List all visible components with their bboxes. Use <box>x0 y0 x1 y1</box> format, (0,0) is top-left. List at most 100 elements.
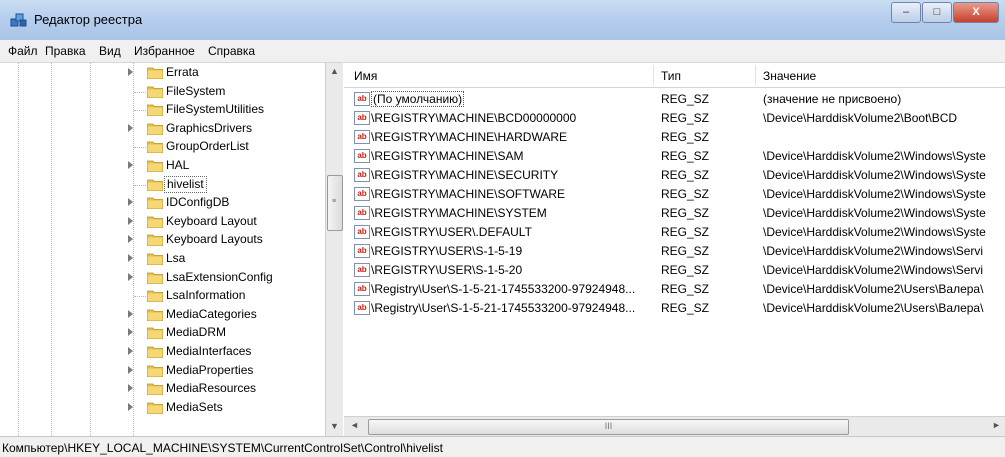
tree-item-label: hivelist <box>164 175 207 193</box>
list-scroll-thumb[interactable]: III <box>368 419 849 435</box>
tree-item[interactable]: LsaInformation <box>0 287 310 305</box>
scroll-right-arrow-icon[interactable]: ► <box>992 420 1001 430</box>
menu-edit[interactable]: Правка <box>45 44 86 58</box>
folder-icon <box>147 327 163 340</box>
menu-favorites[interactable]: Избранное <box>134 44 195 58</box>
tree-item[interactable]: Errata <box>0 64 310 82</box>
registry-value-row[interactable]: ab \REGISTRY\MACHINE\HARDWARE REG_SZ <box>344 128 1005 147</box>
tree-scroll-thumb[interactable]: ≡ <box>327 175 343 231</box>
expand-arrow-icon[interactable] <box>128 68 133 76</box>
tree-item-label: HAL <box>166 158 190 172</box>
tree-item[interactable]: GraphicsDrivers <box>0 120 310 138</box>
values-list[interactable]: Имя Тип Значение ab (По умолчанию) REG_SZ(… <box>344 63 1005 416</box>
expand-arrow-icon[interactable] <box>128 235 133 244</box>
tree-item-label: Lsa <box>166 251 186 265</box>
string-value-icon: ab <box>354 187 370 201</box>
expand-arrow-icon[interactable] <box>128 365 133 374</box>
scroll-up-arrow-icon[interactable]: ▲ <box>330 66 339 76</box>
value-type: REG_SZ <box>661 149 710 163</box>
tree-item[interactable]: HAL <box>0 157 310 175</box>
tree-item-label: MediaCategories <box>166 306 257 321</box>
tree-item[interactable]: Lsa <box>0 250 310 268</box>
expand-arrow-icon[interactable] <box>128 384 133 393</box>
tree-item[interactable]: MediaSets <box>0 399 310 417</box>
expand-arrow-icon[interactable] <box>128 254 133 262</box>
menu-view[interactable]: Вид <box>99 44 121 58</box>
tree-item[interactable]: Keyboard Layout <box>0 213 310 231</box>
value-name: \REGISTRY\USER\.DEFAULT <box>371 225 532 239</box>
tree-item[interactable]: MediaDRM <box>0 324 310 342</box>
menu-help[interactable]: Справка <box>208 44 255 58</box>
value-name: \REGISTRY\MACHINE\SOFTWARE <box>371 187 566 201</box>
registry-value-row[interactable]: ab \Registry\User\S-1-5-21-1745533200-979… <box>344 299 1005 318</box>
close-button[interactable]: X <box>953 2 999 23</box>
folder-icon <box>147 197 163 210</box>
expand-arrow-icon[interactable] <box>128 402 133 411</box>
registry-value-row[interactable]: ab \REGISTRY\USER\S-1-5-20 REG_SZ \Device\H… <box>344 261 1005 280</box>
folder-icon <box>147 67 163 79</box>
column-divider[interactable] <box>653 65 654 85</box>
menu-file[interactable]: Файл <box>8 44 38 58</box>
value-data: \Device\HarddiskVolume2\Windows\Syste <box>763 225 986 239</box>
expand-arrow-icon[interactable] <box>128 272 133 281</box>
value-type: REG_SZ <box>661 168 710 182</box>
tree-item-label: MediaProperties <box>166 362 254 377</box>
tree-item[interactable]: IDConfigDB <box>0 194 310 212</box>
folder-icon <box>147 346 163 358</box>
scroll-down-arrow-icon[interactable]: ▼ <box>330 421 339 431</box>
value-type: REG_SZ <box>661 263 710 277</box>
tree-item[interactable]: MediaCategories <box>0 306 310 324</box>
folder-icon <box>147 290 163 303</box>
registry-value-row[interactable]: ab (По умолчанию) REG_SZ (значение не присв… <box>344 90 1005 109</box>
tree-item[interactable]: MediaInterfaces <box>0 343 310 361</box>
folder-icon <box>147 123 163 135</box>
registry-value-row[interactable]: ab \REGISTRY\MACHINE\SYSTEM REG_SZ \Device\… <box>344 204 1005 223</box>
registry-tree[interactable]: Errata FileSystem FileSystemUtilities Graph… <box>0 63 326 436</box>
tree-item[interactable]: GroupOrderList <box>0 138 310 156</box>
registry-value-row[interactable]: ab \REGISTRY\USER\S-1-5-19 REG_SZ \Device\H… <box>344 242 1005 261</box>
column-header-type[interactable]: Тип <box>661 69 681 83</box>
tree-item[interactable]: LsaExtensionConfig <box>0 269 310 287</box>
tree-connector <box>134 110 146 112</box>
registry-value-row[interactable]: ab \REGISTRY\MACHINE\SECURITY REG_SZ \Devic… <box>344 166 1005 185</box>
expand-arrow-icon[interactable] <box>128 347 133 355</box>
tree-item[interactable]: Keyboard Layouts <box>0 231 310 249</box>
tree-item[interactable]: FileSystem <box>0 83 310 101</box>
column-divider[interactable] <box>755 65 756 85</box>
tree-item[interactable]: MediaProperties <box>0 362 310 380</box>
string-value-icon: ab <box>354 111 370 125</box>
scroll-left-arrow-icon[interactable]: ◄ <box>350 420 359 430</box>
expand-arrow-icon[interactable] <box>128 309 133 318</box>
column-header-name[interactable]: Имя <box>354 69 377 83</box>
tree-vertical-scrollbar[interactable]: ▲ ≡ ▼ <box>325 63 343 436</box>
value-data: \Device\HarddiskVolume2\Windows\Syste <box>763 187 986 201</box>
tree-item[interactable]: hivelist <box>0 175 310 194</box>
string-value-icon: ab <box>354 149 370 163</box>
maximize-button[interactable]: □ <box>922 2 952 23</box>
expand-arrow-icon[interactable] <box>128 216 133 225</box>
tree-item[interactable]: FileSystemUtilities <box>0 101 310 119</box>
expand-arrow-icon[interactable] <box>128 161 133 169</box>
expand-arrow-icon[interactable] <box>128 123 133 132</box>
registry-value-row[interactable]: ab \REGISTRY\MACHINE\SAM REG_SZ \Device\Har… <box>344 147 1005 166</box>
folder-icon <box>147 234 163 247</box>
expand-arrow-icon[interactable] <box>128 198 133 207</box>
list-horizontal-scrollbar[interactable]: ◄ III ► <box>344 416 1005 437</box>
value-name: \REGISTRY\MACHINE\SECURITY <box>371 168 559 182</box>
expand-arrow-icon[interactable] <box>128 328 133 337</box>
tree-item[interactable]: MediaResources <box>0 380 310 398</box>
value-data: \Device\HarddiskVolume2\Users\Валера\ <box>763 282 984 296</box>
string-value-icon: ab <box>354 130 370 144</box>
value-type: REG_SZ <box>661 206 710 220</box>
column-header-value[interactable]: Значение <box>763 69 816 83</box>
title-bar[interactable]: Редактор реестра – □ X <box>0 0 1005 41</box>
minimize-button[interactable]: – <box>891 2 921 23</box>
folder-icon <box>147 141 163 154</box>
registry-value-row[interactable]: ab \REGISTRY\MACHINE\SOFTWARE REG_SZ \Devic… <box>344 185 1005 204</box>
registry-value-row[interactable]: ab \REGISTRY\MACHINE\BCD00000000 REG_SZ \De… <box>344 109 1005 128</box>
tree-item-label: GraphicsDrivers <box>166 120 253 135</box>
tree-item-label: Keyboard Layout <box>166 213 257 228</box>
registry-value-row[interactable]: ab \REGISTRY\USER\.DEFAULT REG_SZ \Device\H… <box>344 223 1005 242</box>
registry-value-row[interactable]: ab \Registry\User\S-1-5-21-1745533200-979… <box>344 280 1005 299</box>
value-data: \Device\HarddiskVolume2\Boot\BCD <box>763 111 958 125</box>
